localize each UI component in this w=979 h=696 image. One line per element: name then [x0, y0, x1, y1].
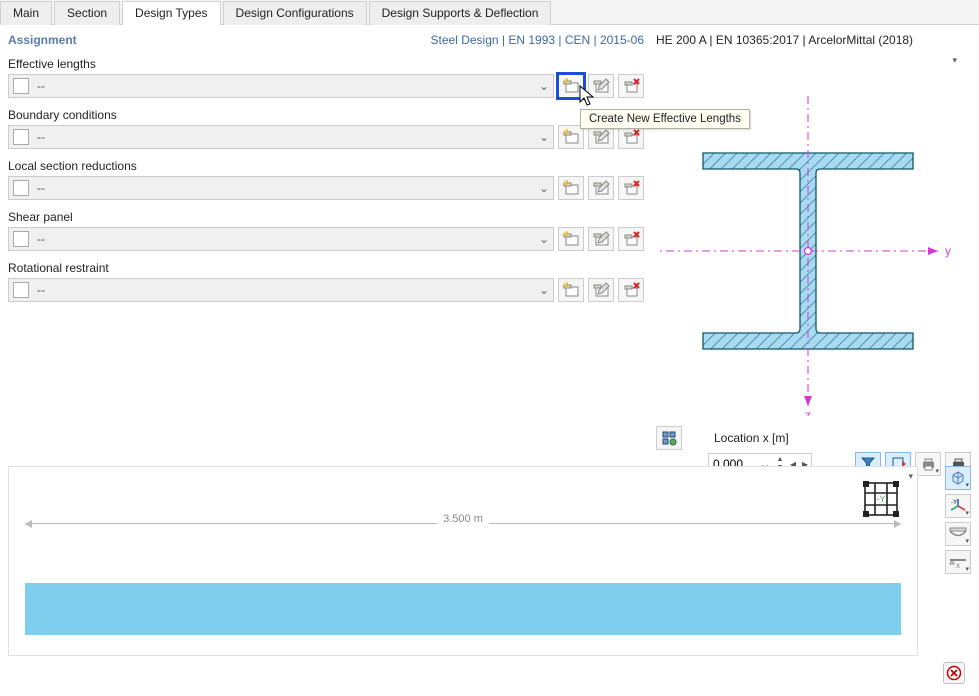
tab-design-config[interactable]: Design Configurations — [223, 1, 367, 25]
spin-up[interactable]: ▲ — [773, 456, 787, 464]
close-button[interactable] — [943, 662, 965, 684]
chevron-down-icon[interactable]: ⌄ — [535, 75, 553, 97]
rotational-restraint-label: Rotational restraint — [8, 261, 644, 275]
effective-lengths-checkbox[interactable] — [13, 78, 29, 94]
tab-design-types[interactable]: Design Types — [122, 1, 221, 25]
effective-lengths-label: Effective lengths — [8, 57, 644, 71]
dimension-label: 3.500 m — [437, 513, 489, 525]
boundary-conditions-select[interactable]: --⌄ — [8, 125, 554, 149]
preview-menu-caret[interactable]: ▾ — [952, 55, 957, 66]
shear-panel-new-button[interactable] — [558, 227, 584, 251]
deflection-button[interactable]: ▾ — [945, 522, 971, 546]
chevron-down-icon[interactable]: ⌄ — [535, 177, 553, 199]
boundary-conditions-label: Boundary conditions — [8, 108, 644, 122]
iso-view-button[interactable]: ▾ — [945, 466, 971, 490]
beam-menu-caret[interactable]: ▾ — [908, 471, 913, 482]
axis-z-label: z — [805, 408, 811, 416]
local-section-reductions-label: Local section reductions — [8, 159, 644, 173]
tab-design-supports[interactable]: Design Supports & Deflection — [369, 1, 552, 25]
shear-panel-select[interactable]: --⌄ — [8, 227, 554, 251]
local-section-reductions-checkbox[interactable] — [13, 180, 29, 196]
boundary-conditions-value: -- — [33, 130, 535, 144]
location-label: Location x [m] — [714, 431, 789, 445]
assignment-heading: Assignment — [8, 33, 77, 47]
cursor-icon — [579, 85, 599, 109]
display-options-button[interactable] — [656, 426, 682, 450]
tab-main[interactable]: Main — [0, 1, 52, 25]
shear-panel-delete-button[interactable] — [618, 227, 644, 251]
design-info: Steel Design | EN 1993 | CEN | 2015-06 — [431, 33, 644, 47]
member-preview-panel: ▾ 3.500 m -Y — [8, 466, 918, 656]
shear-panel-checkbox[interactable] — [13, 231, 29, 247]
effective-lengths-select[interactable]: --⌄ — [8, 74, 554, 98]
axis-y-label: y — [945, 244, 951, 258]
local-section-reductions-edit-button[interactable] — [588, 176, 614, 200]
axes-view-button[interactable]: -Y ▾ — [945, 494, 971, 518]
view-gizmo[interactable]: -Y — [857, 475, 905, 523]
local-section-reductions-select[interactable]: --⌄ — [8, 176, 554, 200]
boundary-conditions-checkbox[interactable] — [13, 129, 29, 145]
section-header: HE 200 A | EN 10365:2017 | ArcelorMittal… — [656, 33, 971, 47]
chevron-down-icon[interactable]: ⌄ — [535, 279, 553, 301]
chevron-down-icon[interactable]: ⌄ — [535, 126, 553, 148]
local-section-reductions-new-button[interactable] — [558, 176, 584, 200]
tab-section[interactable]: Section — [54, 1, 120, 25]
section-preview: y z ▾ — [656, 51, 961, 416]
svg-text:-Y: -Y — [877, 494, 886, 504]
rotational-restraint-select[interactable]: --⌄ — [8, 278, 554, 302]
rotational-restraint-delete-button[interactable] — [618, 278, 644, 302]
svg-text:-Y: -Y — [951, 500, 957, 506]
effective-lengths-delete-button[interactable] — [618, 74, 644, 98]
supports-button[interactable]: x ▾ — [945, 550, 971, 574]
local-section-reductions-delete-button[interactable] — [618, 176, 644, 200]
rotational-restraint-new-button[interactable] — [558, 278, 584, 302]
print-button[interactable]: ▾ — [915, 452, 941, 476]
beam-body — [25, 583, 901, 635]
shear-panel-edit-button[interactable] — [588, 227, 614, 251]
rotational-restraint-edit-button[interactable] — [588, 278, 614, 302]
local-section-reductions-value: -- — [33, 181, 535, 195]
chevron-down-icon[interactable]: ⌄ — [535, 228, 553, 250]
svg-text:x: x — [956, 561, 960, 570]
shear-panel-label: Shear panel — [8, 210, 644, 224]
rotational-restraint-value: -- — [33, 283, 535, 297]
effective-lengths-value: -- — [33, 79, 535, 93]
rotational-restraint-checkbox[interactable] — [13, 282, 29, 298]
tooltip-new-effective-lengths: Create New Effective Lengths — [580, 109, 750, 129]
shear-panel-value: -- — [33, 232, 535, 246]
